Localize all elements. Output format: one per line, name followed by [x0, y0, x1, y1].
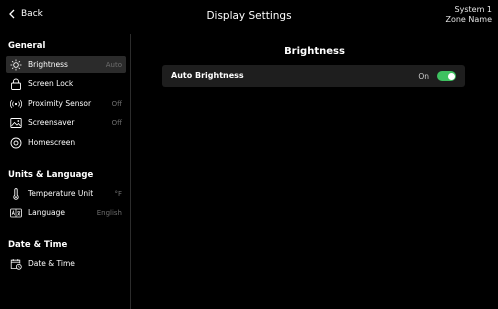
sidebar-item-language[interactable]: Language English: [6, 204, 126, 221]
sidebar-item-value: Off: [111, 118, 122, 127]
thermometer-icon: [9, 187, 23, 201]
sidebar-item-label: Temperature Unit: [28, 189, 94, 198]
screensaver-icon: [9, 116, 23, 130]
setting-label: Auto Brightness: [171, 71, 244, 80]
system-name: System 1: [454, 5, 492, 14]
sidebar-item-proximity-sensor[interactable]: Proximity Sensor Off: [6, 95, 126, 112]
language-icon: [9, 206, 23, 220]
sidebar-item-label: Brightness: [28, 60, 68, 69]
sidebar: General Brightness Auto Screen Lock Prox…: [0, 34, 130, 309]
main-panel: Brightness Auto Brightness On: [131, 34, 498, 309]
zone-name: Zone Name: [445, 15, 492, 24]
sidebar-item-value: English: [96, 208, 122, 217]
sidebar-item-label: Proximity Sensor: [28, 99, 92, 108]
sidebar-item-label: Screensaver: [28, 118, 75, 127]
system-zone-info[interactable]: System 1 Zone Name: [445, 5, 492, 25]
sidebar-item-value: Off: [111, 99, 122, 108]
sun-icon: [9, 58, 23, 72]
lock-icon: [9, 77, 23, 91]
group-title-date-time: Date & Time: [8, 240, 68, 250]
sidebar-item-screen-lock[interactable]: Screen Lock: [6, 75, 126, 92]
sidebar-item-homescreen[interactable]: Homescreen: [6, 134, 126, 151]
sidebar-item-temperature-unit[interactable]: Temperature Unit °F: [6, 185, 126, 202]
header-bar: Back Display Settings System 1 Zone Name: [0, 0, 498, 34]
auto-brightness-row[interactable]: Auto Brightness On: [162, 65, 465, 87]
auto-brightness-toggle[interactable]: [437, 71, 456, 81]
sidebar-item-value: °F: [114, 189, 122, 198]
section-title: Brightness: [284, 46, 345, 57]
sidebar-item-label: Language: [28, 208, 66, 217]
group-title-units-language: Units & Language: [8, 170, 94, 180]
sidebar-item-label: Homescreen: [28, 138, 76, 147]
proximity-icon: [9, 97, 23, 111]
page-title: Display Settings: [206, 10, 292, 22]
sidebar-item-value: Auto: [105, 60, 122, 69]
eye-icon: [9, 136, 23, 150]
sidebar-item-label: Screen Lock: [28, 79, 74, 88]
group-title-general: General: [8, 41, 46, 51]
display-settings-screen: Back Display Settings System 1 Zone Name…: [0, 0, 498, 309]
sidebar-item-brightness[interactable]: Brightness Auto: [6, 56, 126, 73]
sidebar-item-date-time[interactable]: Date & Time: [6, 255, 126, 272]
sidebar-item-screensaver[interactable]: Screensaver Off: [6, 114, 126, 131]
sidebar-item-label: Date & Time: [28, 259, 75, 268]
calendar-clock-icon: [9, 257, 23, 271]
toggle-knob: [447, 72, 455, 80]
setting-status: On: [418, 71, 429, 81]
